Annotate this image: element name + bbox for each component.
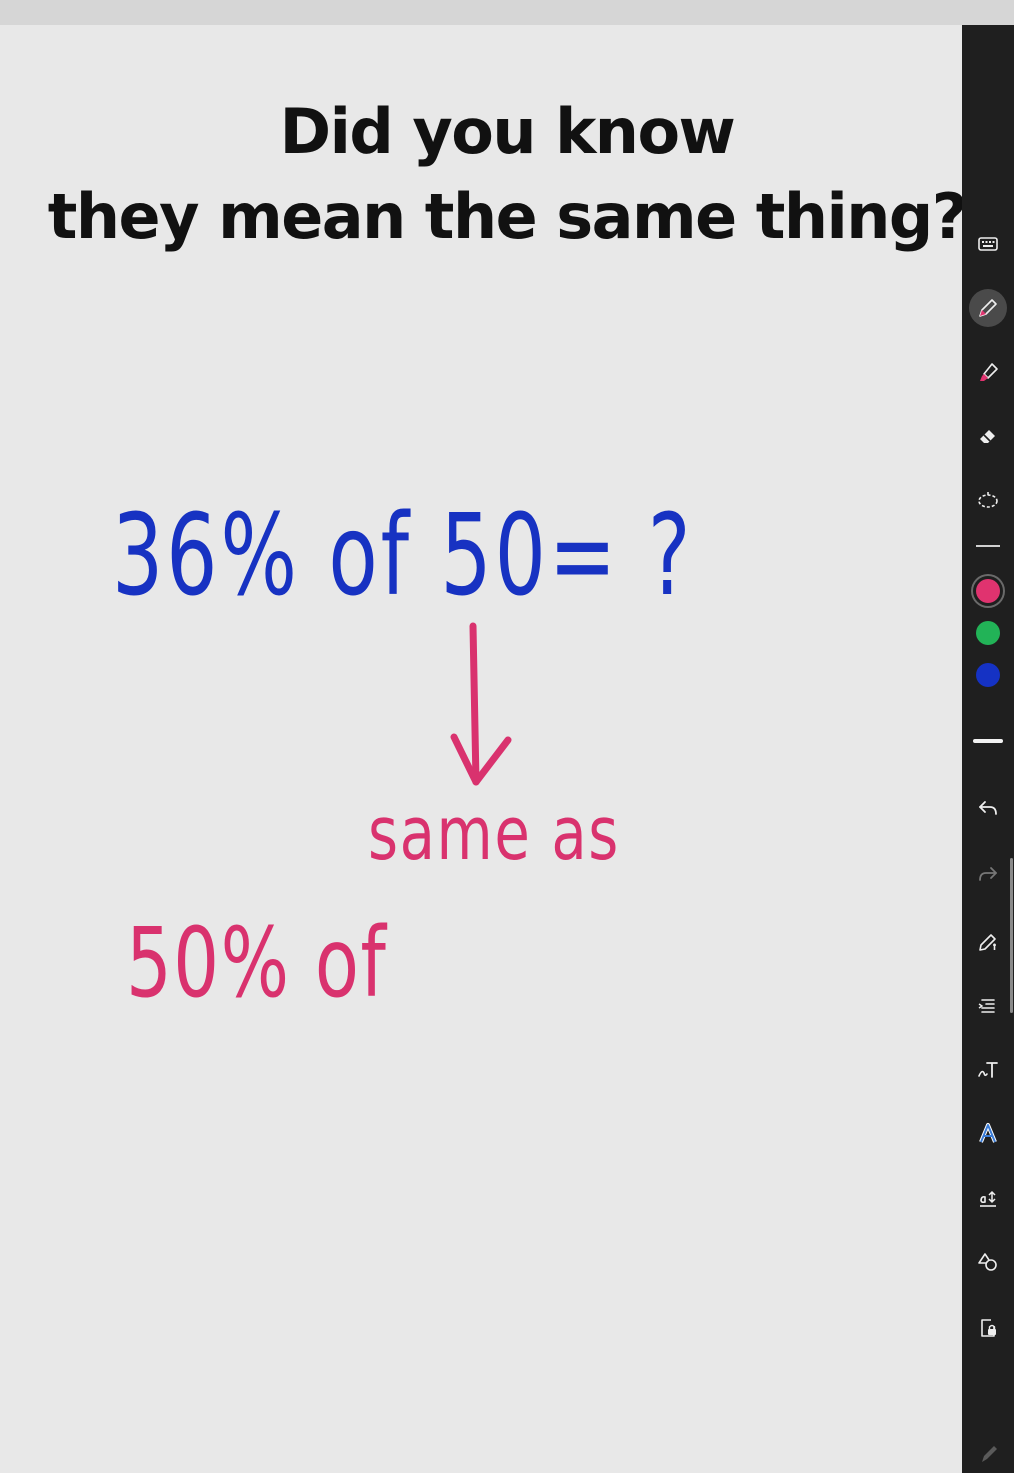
scrollbar[interactable]: [1010, 858, 1013, 1013]
undo-icon[interactable]: [969, 789, 1007, 827]
pen-icon[interactable]: [969, 289, 1007, 327]
pencil-corner-icon[interactable]: [969, 1435, 1007, 1473]
shapes-icon[interactable]: [969, 1243, 1007, 1281]
redo-icon[interactable]: [969, 855, 1007, 893]
handwritten-same-as: same as: [368, 791, 620, 877]
right-toolbar: [962, 25, 1014, 1473]
eraser-icon[interactable]: [969, 417, 1007, 455]
highlighter-icon[interactable]: [969, 353, 1007, 391]
lock-page-icon[interactable]: [969, 1309, 1007, 1347]
keyboard-icon[interactable]: [969, 225, 1007, 263]
status-bar: [0, 0, 1014, 25]
text-list-icon[interactable]: [969, 987, 1007, 1025]
font-style-icon[interactable]: [969, 1115, 1007, 1153]
toolbar-divider: [976, 545, 1000, 547]
lasso-icon[interactable]: [969, 481, 1007, 519]
title-line-2: they mean the same thing?: [47, 180, 968, 253]
text-size-icon[interactable]: [969, 1179, 1007, 1217]
color-swatch-pink[interactable]: [976, 579, 1000, 603]
stroke-thickness[interactable]: [973, 739, 1003, 743]
title-line-1: Did you know: [279, 95, 736, 168]
handwritten-fifty-percent-of: 50% of: [126, 907, 388, 1019]
handwriting-text-icon[interactable]: [969, 1051, 1007, 1089]
down-arrow-icon: [450, 622, 512, 786]
pencil-settings-icon[interactable]: [969, 923, 1007, 961]
color-swatch-blue[interactable]: [976, 663, 1000, 687]
handwritten-equation: 36% of 50= ?: [112, 491, 694, 621]
color-swatch-green[interactable]: [976, 621, 1000, 645]
